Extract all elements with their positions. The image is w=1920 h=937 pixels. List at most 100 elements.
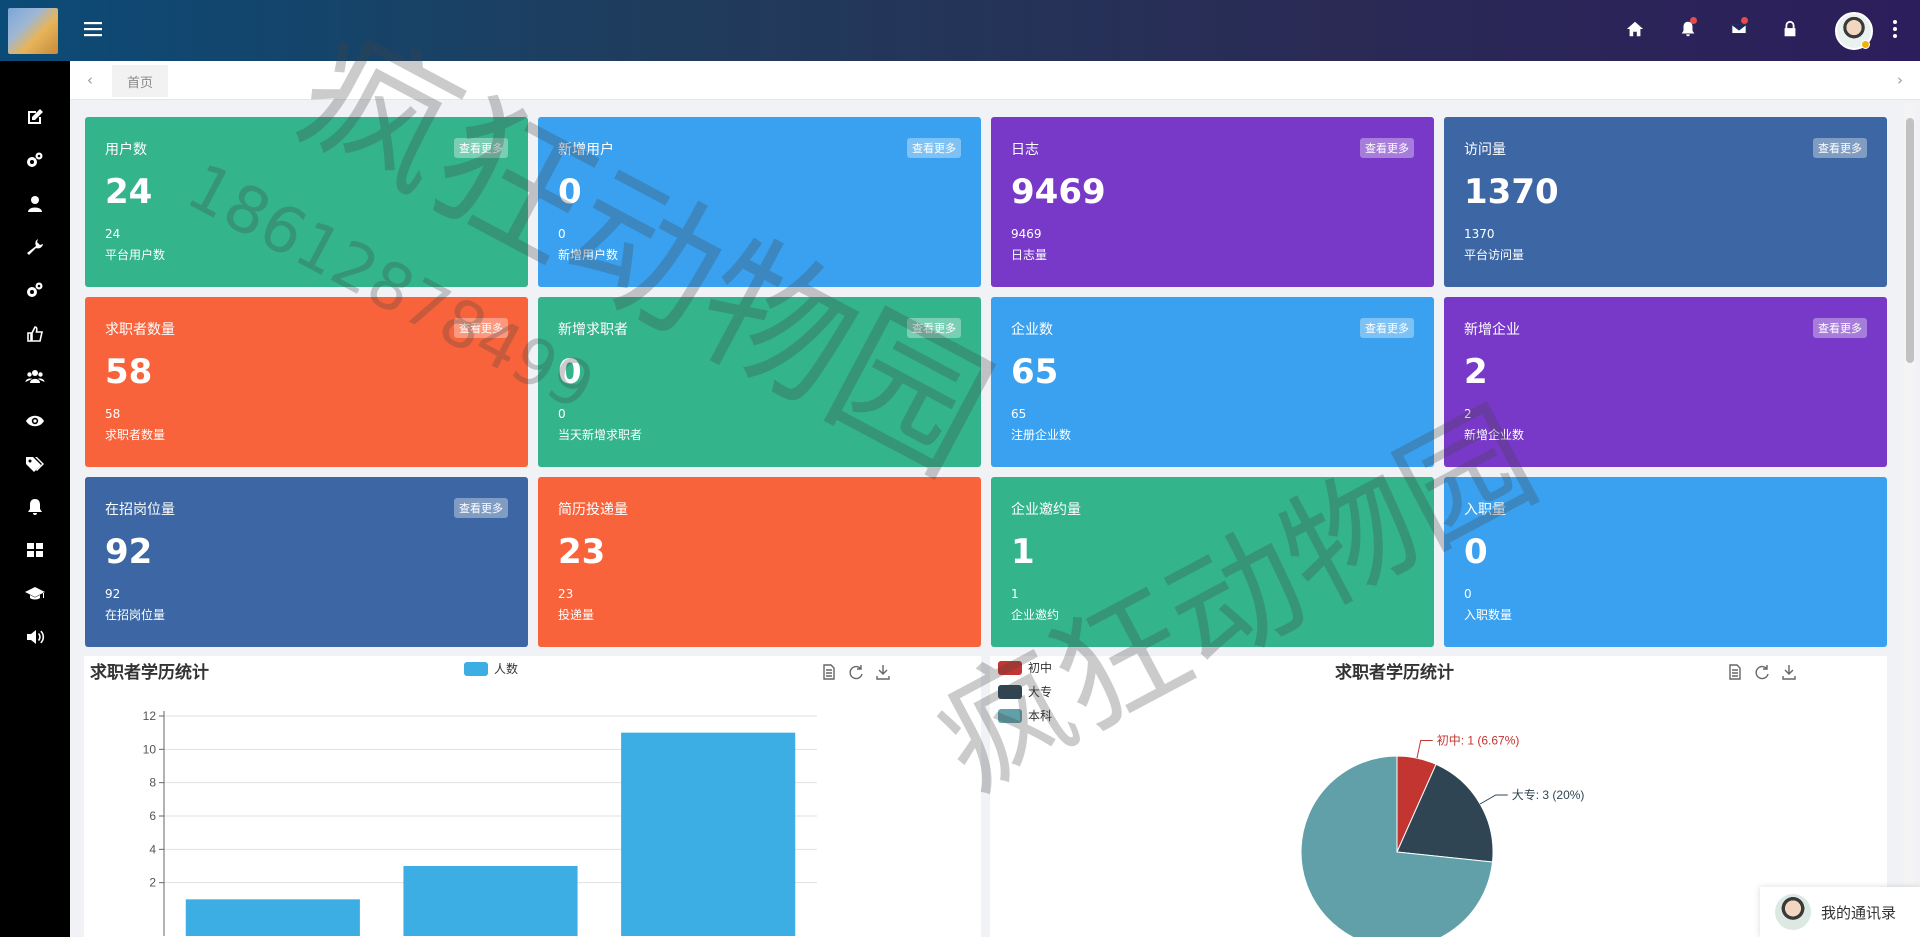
card-title: 新增求职者 bbox=[558, 322, 628, 338]
status-badge bbox=[1861, 40, 1870, 49]
home-icon[interactable] bbox=[1620, 14, 1650, 44]
volume-icon[interactable] bbox=[0, 617, 70, 657]
logo bbox=[8, 8, 58, 54]
tab-scroll-left-button[interactable]: ‹ bbox=[82, 71, 98, 89]
card-label: 入职数量 bbox=[1464, 608, 1513, 622]
y-tick-label: 8 bbox=[149, 776, 156, 790]
card-label: 企业邀约 bbox=[1011, 608, 1060, 622]
stat-card: 新增企业 查看更多 2 2 新增企业数 bbox=[1444, 297, 1887, 467]
card-sub-value: 92 bbox=[105, 587, 121, 601]
wrench-icon[interactable] bbox=[0, 227, 70, 267]
legend-label: 大专 bbox=[1028, 684, 1052, 699]
pie-label: 大专: 3 (20%) bbox=[1512, 787, 1585, 802]
card-sub-value: 1 bbox=[1011, 587, 1019, 601]
mail-icon[interactable] bbox=[1724, 14, 1754, 44]
contacts-avatar bbox=[1775, 894, 1811, 930]
legend-label: 初中 bbox=[1028, 660, 1052, 675]
view-more-button[interactable]: 查看更多 bbox=[1813, 138, 1867, 158]
bell-icon[interactable] bbox=[1673, 14, 1703, 44]
graduation-cap-icon[interactable] bbox=[0, 573, 70, 613]
stat-card: 求职者数量 查看更多 58 58 求职者数量 bbox=[85, 297, 528, 467]
contacts-button[interactable]: 我的通讯录 bbox=[1760, 887, 1920, 937]
tab-home[interactable]: 首页 bbox=[112, 65, 168, 97]
users-icon[interactable] bbox=[0, 357, 70, 397]
view-more-button[interactable]: 查看更多 bbox=[907, 138, 961, 158]
card-label: 新增用户数 bbox=[558, 248, 619, 262]
legend-label: 本科 bbox=[1028, 709, 1052, 723]
stat-card: 企业数 查看更多 65 65 注册企业数 bbox=[991, 297, 1434, 467]
card-sub-value: 58 bbox=[105, 407, 121, 421]
view-more-button[interactable]: 查看更多 bbox=[1813, 318, 1867, 338]
tab-bar: ‹ 首页 › bbox=[70, 61, 1920, 100]
card-value: 1 bbox=[1011, 532, 1035, 572]
bell-icon[interactable] bbox=[0, 487, 70, 527]
card-title: 简历投递量 bbox=[558, 502, 628, 518]
more-vertical-icon[interactable] bbox=[1885, 16, 1905, 42]
card-label: 日志量 bbox=[1011, 248, 1048, 262]
y-tick-label: 4 bbox=[149, 842, 156, 856]
stat-card: 简历投递量 23 23 投递量 bbox=[538, 477, 981, 647]
gears-icon[interactable] bbox=[0, 270, 70, 310]
bar-chart-title: 求职者学历统计 bbox=[90, 663, 209, 683]
card-sub-value: 1370 bbox=[1464, 227, 1495, 241]
pie-label-line bbox=[1416, 739, 1433, 759]
contacts-label: 我的通讯录 bbox=[1821, 903, 1897, 922]
card-label: 平台访问量 bbox=[1464, 248, 1525, 262]
tab-scroll-right-button[interactable]: › bbox=[1892, 71, 1908, 89]
scrollbar[interactable] bbox=[1904, 103, 1916, 937]
edit-icon[interactable] bbox=[0, 97, 70, 137]
sidebar bbox=[0, 61, 70, 937]
bar-chart-panel: 2 4 6 8 10 12 人数 bbox=[84, 656, 981, 937]
download-icon[interactable] bbox=[874, 663, 892, 681]
card-label: 新增企业数 bbox=[1464, 428, 1525, 442]
grid-icon[interactable] bbox=[0, 530, 70, 570]
pie-chart-title: 求职者学历统计 bbox=[1335, 663, 1454, 683]
card-title: 企业邀约量 bbox=[1011, 502, 1081, 518]
eye-icon[interactable] bbox=[0, 401, 70, 441]
legend-swatch bbox=[998, 709, 1022, 723]
pie-label-line bbox=[1479, 794, 1508, 805]
card-value: 23 bbox=[558, 532, 606, 572]
mail-badge bbox=[1741, 17, 1748, 24]
card-value: 65 bbox=[1011, 352, 1059, 392]
card-label: 当天新增求职者 bbox=[558, 428, 643, 442]
y-tick-label: 2 bbox=[149, 876, 156, 890]
card-sub-value: 2 bbox=[1464, 407, 1472, 421]
data-view-icon[interactable] bbox=[1726, 663, 1744, 681]
card-label: 在招岗位量 bbox=[105, 608, 166, 622]
card-title: 用户数 bbox=[105, 142, 147, 158]
refresh-icon[interactable] bbox=[1753, 663, 1771, 681]
bar bbox=[185, 899, 360, 936]
legend-label: 人数 bbox=[494, 661, 518, 676]
y-tick-label: 10 bbox=[143, 742, 157, 756]
view-more-button[interactable]: 查看更多 bbox=[1360, 318, 1414, 338]
card-value: 0 bbox=[558, 352, 582, 392]
thumbs-up-icon[interactable] bbox=[0, 314, 70, 354]
view-more-button[interactable]: 查看更多 bbox=[454, 138, 508, 158]
refresh-icon[interactable] bbox=[847, 663, 865, 681]
tags-icon[interactable] bbox=[0, 444, 70, 484]
user-icon[interactable] bbox=[0, 184, 70, 224]
card-label: 平台用户数 bbox=[105, 248, 166, 262]
data-view-icon[interactable] bbox=[820, 663, 838, 681]
card-value: 9469 bbox=[1011, 172, 1106, 212]
view-more-button[interactable]: 查看更多 bbox=[1360, 138, 1414, 158]
card-sub-value: 23 bbox=[558, 587, 574, 601]
view-more-button[interactable]: 查看更多 bbox=[454, 318, 508, 338]
card-value: 58 bbox=[105, 352, 153, 392]
scrollbar-thumb[interactable] bbox=[1906, 118, 1914, 363]
card-sub-value: 0 bbox=[558, 407, 566, 421]
gears-icon[interactable] bbox=[0, 140, 70, 180]
download-icon[interactable] bbox=[1780, 663, 1798, 681]
lock-icon[interactable] bbox=[1775, 14, 1805, 44]
card-value: 0 bbox=[558, 172, 582, 212]
pie-label: 初中: 1 (6.67%) bbox=[1437, 732, 1520, 747]
card-value: 92 bbox=[105, 532, 153, 572]
card-title: 日志 bbox=[1011, 142, 1039, 158]
view-more-button[interactable]: 查看更多 bbox=[907, 318, 961, 338]
legend-swatch bbox=[998, 685, 1022, 699]
view-more-button[interactable]: 查看更多 bbox=[454, 498, 508, 518]
card-title: 新增企业 bbox=[1464, 322, 1520, 338]
stat-card: 访问量 查看更多 1370 1370 平台访问量 bbox=[1444, 117, 1887, 287]
menu-icon[interactable] bbox=[82, 18, 106, 40]
